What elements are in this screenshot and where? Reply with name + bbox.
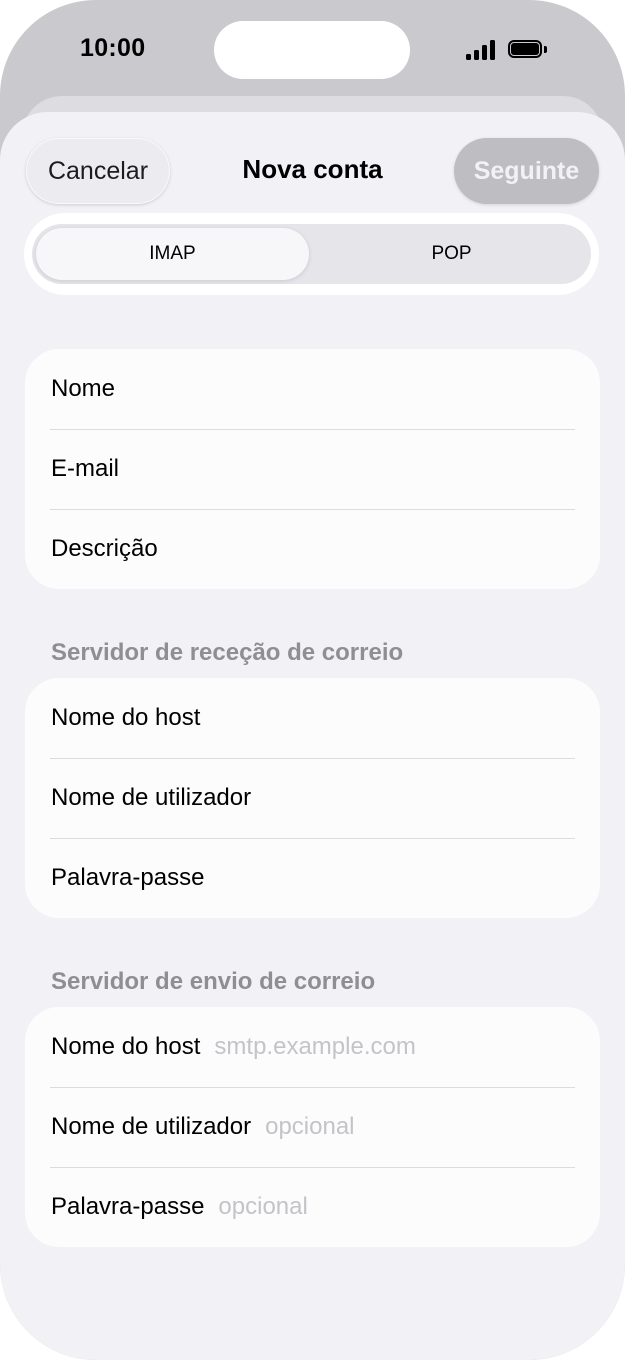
outgoing-password-field[interactable]: Palavra-passe opcional	[25, 1167, 600, 1247]
phone-frame: 10:00 Cancelar Nova conta Seguinte IMAP …	[0, 0, 625, 1360]
outgoing-password-label: Palavra-passe	[51, 1193, 205, 1220]
outgoing-host-field[interactable]: Nome do host smtp.example.com	[25, 1007, 600, 1087]
outgoing-server-group: Nome do host smtp.example.com Nome de ut…	[25, 1007, 600, 1247]
description-field-label: Descrição	[51, 535, 158, 562]
outgoing-host-placeholder: smtp.example.com	[214, 1033, 416, 1060]
new-account-sheet: Cancelar Nova conta Seguinte IMAP POP No…	[0, 112, 625, 1360]
protocol-segmented-control: IMAP POP	[32, 224, 591, 284]
email-field[interactable]: E-mail	[25, 429, 600, 509]
account-info-group: Nome E-mail Descrição	[25, 349, 600, 589]
segment-imap[interactable]: IMAP	[36, 228, 309, 280]
incoming-password-label: Palavra-passe	[51, 864, 205, 891]
incoming-host-label: Nome do host	[51, 704, 201, 731]
description-field[interactable]: Descrição	[25, 509, 600, 589]
incoming-username-label: Nome de utilizador	[51, 784, 252, 811]
status-time: 10:00	[80, 34, 146, 62]
outgoing-username-label: Nome de utilizador	[51, 1113, 252, 1140]
email-field-label: E-mail	[51, 455, 120, 482]
outgoing-username-placeholder: opcional	[265, 1113, 355, 1140]
navigation-bar: Cancelar Nova conta Seguinte	[0, 112, 625, 212]
outgoing-password-placeholder: opcional	[218, 1193, 308, 1220]
battery-icon	[508, 40, 550, 60]
dynamic-island	[214, 21, 410, 79]
name-field-label: Nome	[51, 375, 116, 402]
incoming-server-group: Nome do host Nome de utilizador Palavra-…	[25, 678, 600, 918]
incoming-server-header: Servidor de receção de correio	[51, 639, 404, 666]
next-button[interactable]: Seguinte	[454, 138, 599, 204]
status-bar: 10:00	[0, 0, 625, 100]
outgoing-server-header: Servidor de envio de correio	[51, 968, 376, 995]
name-field[interactable]: Nome	[25, 349, 600, 429]
outgoing-host-label: Nome do host	[51, 1033, 201, 1060]
segment-pop[interactable]: POP	[312, 224, 591, 284]
incoming-password-field[interactable]: Palavra-passe	[25, 838, 600, 918]
incoming-host-field[interactable]: Nome do host	[25, 678, 600, 758]
protocol-segment-container: IMAP POP	[24, 213, 599, 295]
incoming-username-field[interactable]: Nome de utilizador	[25, 758, 600, 838]
outgoing-username-field[interactable]: Nome de utilizador opcional	[25, 1087, 600, 1167]
cellular-signal-icon	[466, 40, 498, 60]
